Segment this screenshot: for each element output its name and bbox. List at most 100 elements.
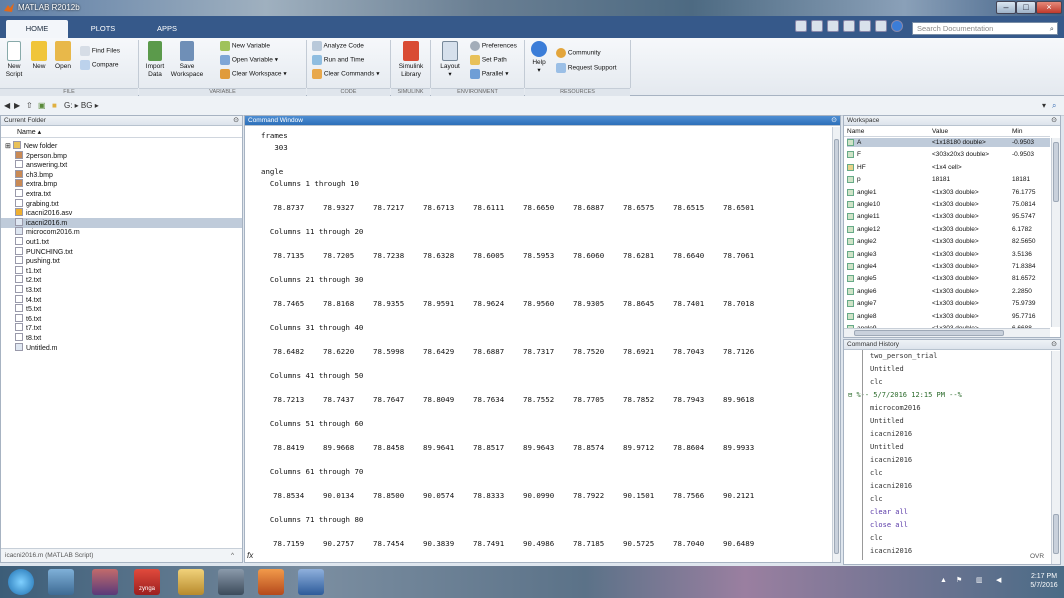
word-icon[interactable] bbox=[298, 569, 324, 595]
file-list-item[interactable]: pushing.txt bbox=[1, 256, 242, 266]
new-button[interactable]: New bbox=[28, 41, 50, 71]
file-list-item[interactable]: out1.txt bbox=[1, 237, 242, 247]
file-list-item[interactable]: PUNCHING.txt bbox=[1, 246, 242, 257]
history-item[interactable]: two_person_trial bbox=[870, 350, 937, 362]
expand-icon[interactable]: ⊞ bbox=[5, 143, 13, 150]
file-list-item[interactable]: 2person.bmp bbox=[1, 150, 242, 161]
browse-folder-icon[interactable]: ▣ bbox=[38, 101, 46, 110]
workspace-horizontal-scrollbar[interactable] bbox=[844, 328, 1050, 337]
scrollbar-thumb[interactable] bbox=[1053, 514, 1059, 554]
workspace-row[interactable]: angle8 <1x303 double> 95.7716 bbox=[847, 312, 1050, 321]
new-variable-button[interactable]: New Variable bbox=[220, 41, 270, 51]
current-path[interactable]: G: ▸ BG ▸ bbox=[64, 101, 99, 110]
analyze-code-button[interactable]: Analyze Code bbox=[312, 41, 364, 51]
up-folder-icon[interactable]: ⇧ bbox=[26, 101, 33, 110]
history-item[interactable]: clc bbox=[870, 376, 883, 388]
file-list-item[interactable]: ⊞ New folder bbox=[1, 141, 242, 151]
scrollbar-thumb[interactable] bbox=[1053, 142, 1059, 202]
search-folder-icon[interactable]: ⌕ bbox=[1052, 101, 1056, 111]
search-documentation-input[interactable]: Search Documentation ⌕ bbox=[912, 22, 1058, 35]
name-column-header[interactable]: Name ▴ bbox=[1, 127, 242, 138]
explorer-icon[interactable] bbox=[178, 569, 204, 595]
workspace-row[interactable]: angle4 <1x303 double> 71.8384 bbox=[847, 262, 1050, 271]
workspace-row[interactable]: angle2 <1x303 double> 82.5650 bbox=[847, 237, 1050, 246]
file-list-item[interactable]: t1.txt bbox=[1, 265, 242, 276]
file-list-item[interactable]: t6.txt bbox=[1, 313, 242, 324]
file-list-item[interactable]: t7.txt bbox=[1, 323, 242, 333]
file-list-item[interactable]: t2.txt bbox=[1, 275, 242, 285]
help-icon[interactable] bbox=[891, 20, 903, 32]
workspace-row[interactable]: HF <1x4 cell> bbox=[847, 163, 1050, 172]
command-window-scrollbar[interactable] bbox=[832, 127, 840, 562]
history-item[interactable]: clc bbox=[870, 532, 883, 544]
pen-icon[interactable] bbox=[48, 569, 74, 595]
workspace-col-name[interactable]: Name bbox=[847, 127, 864, 137]
matlab-icon[interactable] bbox=[258, 569, 284, 595]
redo-icon[interactable] bbox=[875, 20, 887, 32]
workspace-row[interactable]: angle6 <1x303 double> 2.2850 bbox=[847, 287, 1050, 296]
save-workspace-button[interactable]: Save Workspace bbox=[170, 41, 204, 79]
workspace-row[interactable]: angle5 <1x303 double> 81.6572 bbox=[847, 274, 1050, 283]
new-script-button[interactable]: New Script bbox=[2, 41, 26, 79]
workspace-row[interactable]: angle1 <1x303 double> 76.1775 bbox=[847, 188, 1050, 197]
workspace-col-value[interactable]: Value bbox=[932, 127, 948, 137]
file-list-item[interactable]: grabing.txt bbox=[1, 198, 242, 209]
parallel-button[interactable]: Parallel ▾ bbox=[470, 69, 509, 79]
workspace-row[interactable]: p 18181 18181 bbox=[847, 175, 1050, 184]
workspace-row[interactable]: angle11 <1x303 double> 95.5747 bbox=[847, 212, 1050, 221]
history-item[interactable]: microcom2016 bbox=[870, 402, 921, 414]
history-item[interactable]: Untitled bbox=[870, 441, 904, 453]
find-files-button[interactable]: Find Files bbox=[80, 46, 120, 56]
preferences-button[interactable]: Preferences bbox=[470, 41, 517, 51]
panel-actions-icon[interactable]: ⊙ bbox=[831, 116, 837, 126]
paste-icon[interactable] bbox=[843, 20, 855, 32]
tray-network-icon[interactable]: ▥ bbox=[976, 576, 983, 585]
workspace-row[interactable]: angle10 <1x303 double> 75.0814 bbox=[847, 200, 1050, 209]
cut-icon[interactable] bbox=[811, 20, 823, 32]
forward-arrow-icon[interactable]: ▶ bbox=[14, 101, 20, 110]
history-item[interactable]: clc bbox=[870, 467, 883, 479]
tab-plots[interactable]: PLOTS bbox=[72, 20, 134, 38]
history-item[interactable]: Untitled bbox=[870, 415, 904, 427]
scrollbar-thumb[interactable] bbox=[854, 330, 1004, 336]
history-item[interactable]: icacni2016 bbox=[870, 454, 912, 466]
maximize-button[interactable]: □ bbox=[1016, 1, 1036, 14]
file-list-item[interactable]: icacni2016.m bbox=[1, 217, 242, 228]
history-session-header[interactable]: ⊟ %-- 5/7/2016 12:15 PM --% bbox=[848, 389, 962, 401]
file-list-item[interactable]: t5.txt bbox=[1, 304, 242, 314]
clock[interactable]: 2:17 PM 5/7/2016 bbox=[1026, 572, 1062, 590]
command-window-panel[interactable]: Command Window ⊙ frames 303 angle Column… bbox=[244, 115, 841, 563]
file-list-item[interactable]: t8.txt bbox=[1, 333, 242, 343]
player-icon[interactable] bbox=[218, 569, 244, 595]
minimize-button[interactable]: – bbox=[996, 1, 1016, 14]
panel-actions-icon[interactable]: ⊙ bbox=[233, 116, 239, 126]
scrollbar-thumb[interactable] bbox=[834, 139, 839, 554]
clear-commands-button[interactable]: Clear Commands ▾ bbox=[312, 69, 379, 79]
command-history-scrollbar[interactable] bbox=[1051, 351, 1060, 564]
workspace-row[interactable]: A <1x18180 double> -0.9503 bbox=[847, 138, 1050, 148]
search-icon[interactable]: ⌕ bbox=[1050, 23, 1054, 34]
file-list-item[interactable]: t3.txt bbox=[1, 285, 242, 295]
community-button[interactable]: Community bbox=[556, 48, 601, 58]
history-item[interactable]: icacni2016 bbox=[870, 480, 912, 492]
copy-icon[interactable] bbox=[827, 20, 839, 32]
workspace-col-min[interactable]: Min bbox=[1012, 127, 1022, 137]
history-item[interactable]: close all bbox=[870, 519, 908, 531]
request-support-button[interactable]: Request Support bbox=[556, 63, 617, 73]
panel-actions-icon[interactable]: ⊙ bbox=[1051, 340, 1057, 350]
file-list-item[interactable]: extra.bmp bbox=[1, 179, 242, 189]
expand-details-icon[interactable]: ^ bbox=[231, 549, 234, 563]
undo-icon[interactable] bbox=[859, 20, 871, 32]
run-and-time-button[interactable]: Run and Time bbox=[312, 55, 364, 65]
back-arrow-icon[interactable]: ◀ bbox=[4, 101, 10, 110]
save-icon[interactable] bbox=[795, 20, 807, 32]
panel-actions-icon[interactable]: ⊙ bbox=[1051, 116, 1057, 126]
history-item[interactable]: icacni2016 bbox=[870, 428, 912, 440]
workspace-scrollbar[interactable] bbox=[1051, 138, 1060, 327]
address-dropdown-icon[interactable]: ▾ bbox=[1042, 101, 1046, 110]
file-list-item[interactable]: extra.txt bbox=[1, 189, 242, 199]
file-list-item[interactable]: ch3.bmp bbox=[1, 169, 242, 180]
history-item[interactable]: clc bbox=[870, 493, 883, 505]
clear-workspace-button[interactable]: Clear Workspace ▾ bbox=[220, 69, 287, 79]
file-list-item[interactable]: t4.txt bbox=[1, 294, 242, 305]
